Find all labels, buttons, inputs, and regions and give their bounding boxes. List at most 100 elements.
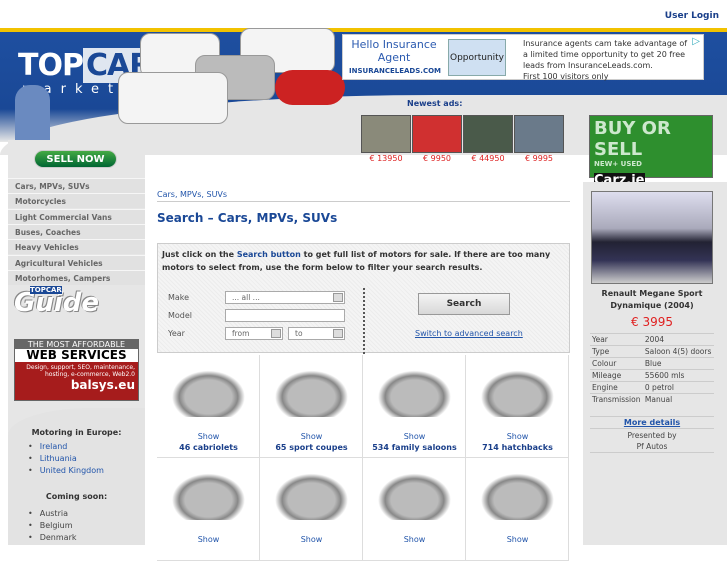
year-to-select[interactable]: to (288, 327, 345, 340)
presented-by: Presented by Pf Autos (590, 430, 714, 453)
breadcrumb[interactable]: Cars, MPVs, SUVs (157, 190, 227, 199)
newest-ads-label: Newest ads: (407, 99, 463, 108)
show-link[interactable]: Show (363, 432, 466, 441)
spec-label: Transmission (590, 393, 643, 405)
category-card[interactable]: Show (466, 458, 569, 561)
spec-value: 0 petrol (642, 381, 714, 394)
show-link[interactable]: Show (260, 432, 363, 441)
make-select[interactable]: ... all ... (225, 291, 345, 304)
search-form: Just click on the Search button to get f… (157, 243, 570, 354)
sidebar-nav-item[interactable]: Motorhomes, Campers (8, 269, 145, 285)
carz-banner[interactable]: BUY OR SELL NEW+ USED Carz.ie (589, 115, 713, 188)
category-car-image (373, 470, 456, 520)
year-label: Year (168, 329, 185, 338)
show-link[interactable]: Show (157, 432, 260, 441)
spec-label: Type (590, 345, 643, 358)
chevron-down-icon (333, 293, 343, 302)
europe-link[interactable]: Ireland (28, 442, 68, 451)
category-card[interactable]: Show 534 family saloons (363, 355, 466, 458)
show-link[interactable]: Show (363, 535, 466, 544)
dealer-name: Pf Autos (636, 442, 668, 451)
spec-value: 55600 mls (642, 369, 714, 382)
coming-soon-title: Coming soon: (45, 492, 108, 501)
chevron-down-icon (271, 329, 281, 338)
category-card[interactable]: Show 46 cabriolets (157, 355, 260, 458)
show-link[interactable]: Show (260, 535, 363, 544)
category-car-image (270, 367, 353, 417)
category-card[interactable]: Show 714 hatchbacks (466, 355, 569, 458)
coming-soon-item: Belgium (28, 521, 73, 530)
model-input[interactable] (225, 309, 345, 322)
user-login-link[interactable]: User Login (665, 11, 719, 21)
category-card[interactable]: Show (260, 458, 363, 561)
europe-link[interactable]: United Kingdom (28, 466, 104, 475)
category-car-image (373, 367, 456, 417)
sell-now-button[interactable]: SELL NOW (34, 150, 117, 168)
sidebar-nav-item[interactable]: Cars, MPVs, SUVs (8, 178, 145, 193)
show-link[interactable]: Show (466, 535, 569, 544)
category-card[interactable]: Show 65 sport coupes (260, 355, 363, 458)
spec-row: Year 2004 (590, 333, 714, 346)
car-image (118, 72, 228, 124)
category-name[interactable]: 714 hatchbacks (466, 443, 569, 452)
sidebar-nav-item[interactable]: Buses, Coaches (8, 223, 145, 239)
featured-name: Renault Megane Sport Dynamique (2004) (601, 289, 703, 310)
newest-ad-price: € 44950 (471, 154, 505, 163)
logo-top: TOP (18, 48, 84, 83)
newest-ad-thumb[interactable] (514, 115, 564, 153)
spec-label: Colour (590, 357, 643, 370)
spec-label: Engine (590, 381, 643, 394)
ad-brand: INSURANCELEADS.COM (349, 67, 441, 75)
sidebar-nav-item[interactable]: Heavy Vehicles (8, 239, 145, 255)
topcar-guide-link[interactable]: Guide TOPCAR (14, 286, 99, 318)
spec-row: Type Saloon 4(5) doors (590, 345, 714, 358)
chevron-down-icon (333, 329, 343, 338)
banner-text: BUY OR SELL (594, 118, 671, 160)
advanced-search-link[interactable]: Switch to advanced search (415, 329, 523, 338)
sidebar-nav-item[interactable]: Motorcycles (8, 193, 145, 209)
ws-details: Design, support, SEO, maintenance, hosti… (15, 362, 138, 400)
category-card[interactable]: Show (363, 458, 466, 561)
ad-headline: Hello Insurance Agent (351, 38, 437, 64)
web-services-banner[interactable]: THE MOST AFFORDABLE WEB SERVICES Design,… (14, 339, 139, 401)
europe-link[interactable]: Lithuania (28, 454, 77, 463)
ws-line2: WEB SERVICES (26, 348, 127, 362)
sidebar-nav-item[interactable]: Light Commercial Vans (8, 208, 145, 224)
newest-ad-thumb[interactable] (361, 115, 411, 153)
show-link[interactable]: Show (157, 535, 260, 544)
spec-value: Saloon 4(5) doors (642, 345, 714, 358)
ad-badge: Opportunity (448, 39, 506, 76)
category-car-image (476, 470, 559, 520)
category-name[interactable]: 534 family saloons (363, 443, 466, 452)
category-car-image (476, 367, 559, 417)
sidebar-nav-item[interactable]: Agricultural Vehicles (8, 254, 145, 270)
more-details-link[interactable]: More details (590, 416, 714, 429)
featured-car-image[interactable] (591, 191, 713, 284)
spec-value: Manual (642, 393, 714, 405)
spec-row: Transmission Manual (590, 393, 714, 405)
search-button[interactable]: Search (418, 293, 510, 315)
category-car-image (270, 470, 353, 520)
insurance-ad[interactable]: Hello Insurance Agent INSURANCELEADS.COM… (342, 34, 704, 81)
category-name[interactable]: 65 sport coupes (260, 443, 363, 452)
spec-label: Year (590, 333, 643, 346)
spec-row: Mileage 55600 mls (590, 369, 714, 382)
spec-row: Colour Blue (590, 357, 714, 370)
motorbike-image (275, 70, 345, 105)
adchoices-icon[interactable]: ▷ (692, 36, 700, 47)
newest-ad-thumb[interactable] (412, 115, 462, 153)
show-link[interactable]: Show (466, 432, 569, 441)
category-name[interactable]: 46 cabriolets (157, 443, 260, 452)
model-label: Model (168, 311, 193, 320)
spec-row: Engine 0 petrol (590, 381, 714, 394)
category-car-image (167, 470, 250, 520)
page-title: Search – Cars, MPVs, SUVs (157, 211, 338, 225)
make-label: Make (168, 293, 190, 302)
coming-soon-item: Austria (28, 509, 68, 518)
europe-title: Motoring in Europe: (31, 428, 122, 437)
ad-text: Insurance agents cam take advantage of a… (523, 39, 688, 81)
year-from-select[interactable]: from (225, 327, 283, 340)
newest-ad-thumb[interactable] (463, 115, 513, 153)
featured-price: € 3995 (631, 315, 673, 329)
category-card[interactable]: Show (157, 458, 260, 561)
